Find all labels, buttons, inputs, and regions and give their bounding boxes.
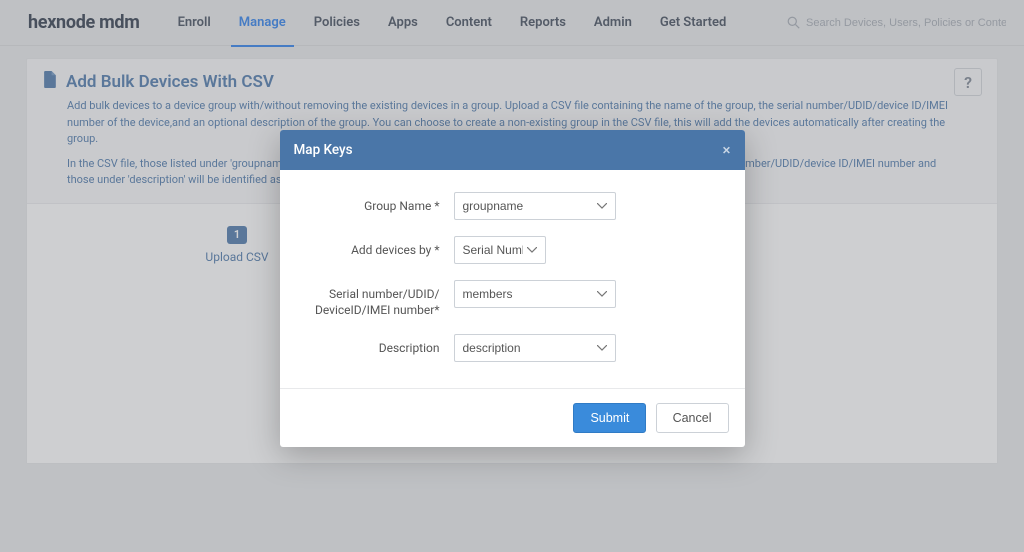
select-add-devices-by[interactable]: Serial Number — [454, 236, 546, 264]
select-description[interactable]: description — [454, 334, 616, 362]
map-keys-modal: Map Keys × Group Name * groupname Add de… — [280, 130, 745, 447]
modal-overlay: Map Keys × Group Name * groupname Add de… — [0, 0, 1024, 552]
select-serial-number[interactable]: members — [454, 280, 616, 308]
modal-body: Group Name * groupname Add devices by * … — [280, 170, 745, 388]
cancel-button[interactable]: Cancel — [656, 403, 729, 433]
label-group-name: Group Name * — [304, 192, 454, 214]
submit-button[interactable]: Submit — [573, 403, 646, 433]
label-add-devices-by: Add devices by * — [304, 236, 454, 258]
modal-title: Map Keys — [294, 142, 353, 158]
close-icon[interactable]: × — [723, 141, 731, 159]
label-serial-number: Serial number/UDID/ DeviceID/IMEI number… — [304, 280, 454, 318]
select-group-name[interactable]: groupname — [454, 192, 616, 220]
modal-header: Map Keys × — [280, 130, 745, 170]
label-description: Description — [304, 334, 454, 356]
modal-footer: Submit Cancel — [280, 388, 745, 447]
